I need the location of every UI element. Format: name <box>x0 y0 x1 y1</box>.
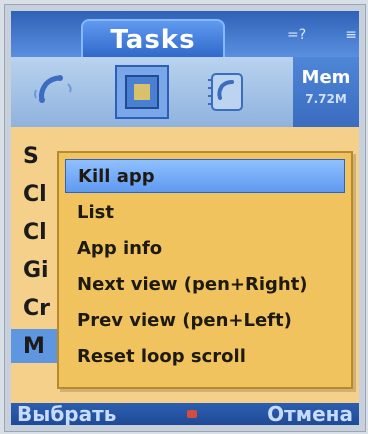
list-item-label: Cr <box>23 295 50 321</box>
softkey-bar: Выбрать Отмена <box>11 402 359 425</box>
menu-item-kill-app[interactable]: Kill app <box>65 159 345 193</box>
device-screen: Tasks =? ≡ Mem 7.72M S Cl Cl Gi Cr M Kil… <box>11 11 359 425</box>
list-item-label: Cl <box>23 219 47 245</box>
app-icon-row: Mem 7.72M <box>11 57 359 127</box>
header-bar: Tasks =? ≡ <box>11 11 359 59</box>
tab-tasks-label: Tasks <box>110 25 196 55</box>
menu-item-next-view[interactable]: Next view (pen+Right) <box>65 267 345 301</box>
softkey-left[interactable]: Выбрать <box>17 402 116 425</box>
menu-item-label: App info <box>77 237 163 259</box>
menu-item-label: Prev view (pen+Left) <box>77 309 292 331</box>
menu-item-label: List <box>77 201 114 223</box>
memory-indicator: Mem 7.72M <box>293 57 359 127</box>
menu-item-label: Kill app <box>78 165 155 187</box>
app-icon-selected[interactable] <box>115 65 169 119</box>
mem-value: 7.72M <box>305 92 347 106</box>
status-text-right: ≡ <box>345 27 357 43</box>
list-item-label: Gi <box>23 257 49 283</box>
menu-item-label: Next view (pen+Right) <box>77 273 308 295</box>
phone-icon[interactable] <box>31 69 77 115</box>
menu-item-label: Reset loop scroll <box>77 345 246 367</box>
list-item-label: S <box>23 143 39 169</box>
menu-item-app-info[interactable]: App info <box>65 231 345 265</box>
status-text-left: =? <box>287 27 307 43</box>
list-item-label: M <box>23 333 45 359</box>
context-menu: Kill app List App info Next view (pen+Ri… <box>57 151 353 389</box>
status-indicators: =? ≡ <box>287 23 357 47</box>
menu-item-prev-view[interactable]: Prev view (pen+Left) <box>65 303 345 337</box>
menu-item-reset-loop-scroll[interactable]: Reset loop scroll <box>65 339 345 373</box>
list-item-label: Cl <box>23 181 47 207</box>
tab-tasks[interactable]: Tasks <box>81 19 225 59</box>
center-key-icon[interactable] <box>186 410 197 418</box>
phone-book-icon[interactable] <box>203 69 249 115</box>
softkey-right[interactable]: Отмена <box>267 402 353 425</box>
phone-frame: Tasks =? ≡ Mem 7.72M S Cl Cl Gi Cr M Kil… <box>4 4 366 432</box>
menu-item-list[interactable]: List <box>65 195 345 229</box>
mem-label: Mem <box>301 67 351 88</box>
